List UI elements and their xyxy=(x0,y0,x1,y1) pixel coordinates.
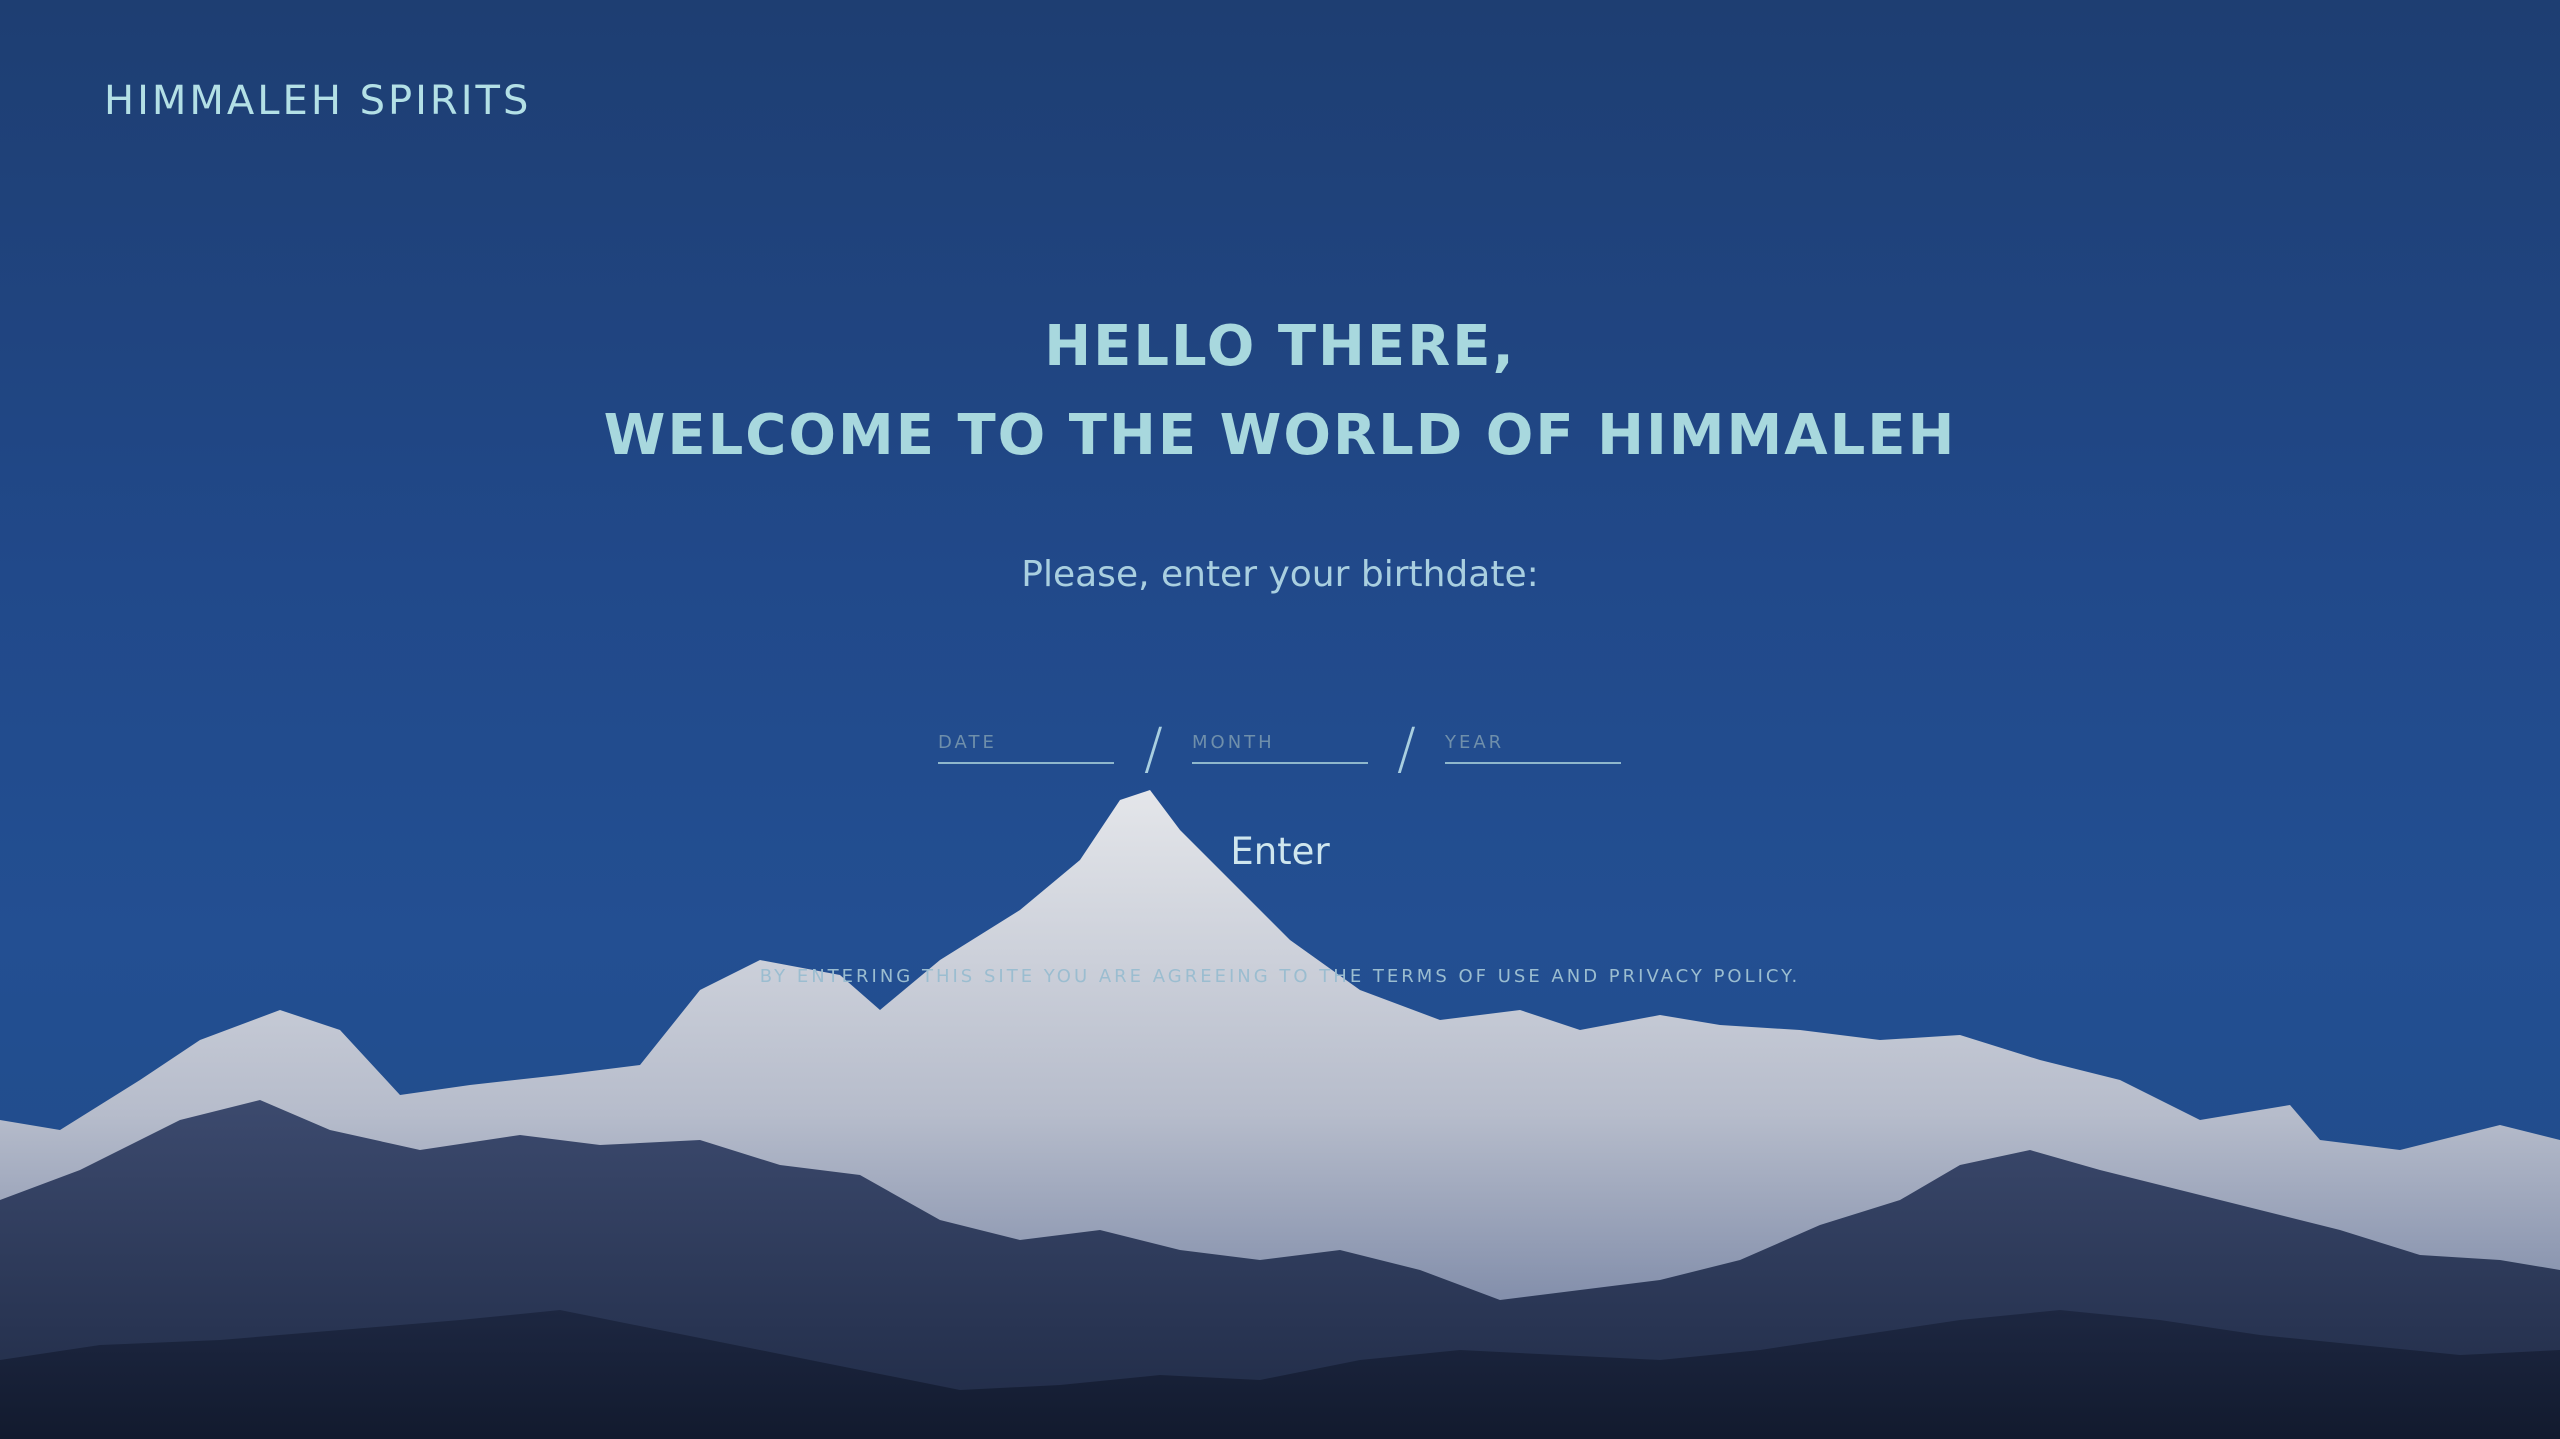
year-field-wrapper xyxy=(1445,724,1621,764)
enter-button[interactable]: Enter xyxy=(1180,830,1380,873)
month-input[interactable] xyxy=(1192,724,1368,760)
terms-notice[interactable]: BY ENTERING THIS SITE YOU ARE AGREEING T… xyxy=(0,966,2560,987)
brand-logo[interactable]: HIMMALEH SPIRITS xyxy=(104,78,531,124)
date-input[interactable] xyxy=(938,724,1114,760)
birthdate-prompt: Please, enter your birthdate: xyxy=(1021,554,1539,595)
mountain-background-image xyxy=(0,790,2560,1439)
month-field-wrapper xyxy=(1192,724,1368,764)
date-field-wrapper xyxy=(938,724,1114,764)
month-separator: / xyxy=(1397,717,1416,782)
year-input[interactable] xyxy=(1445,724,1621,760)
date-separator: / xyxy=(1144,717,1163,782)
welcome-heading-line1: HELLO THERE, xyxy=(1044,314,1516,379)
welcome-heading-line2: WELCOME TO THE WORLD OF HIMMALEH xyxy=(603,403,1957,468)
